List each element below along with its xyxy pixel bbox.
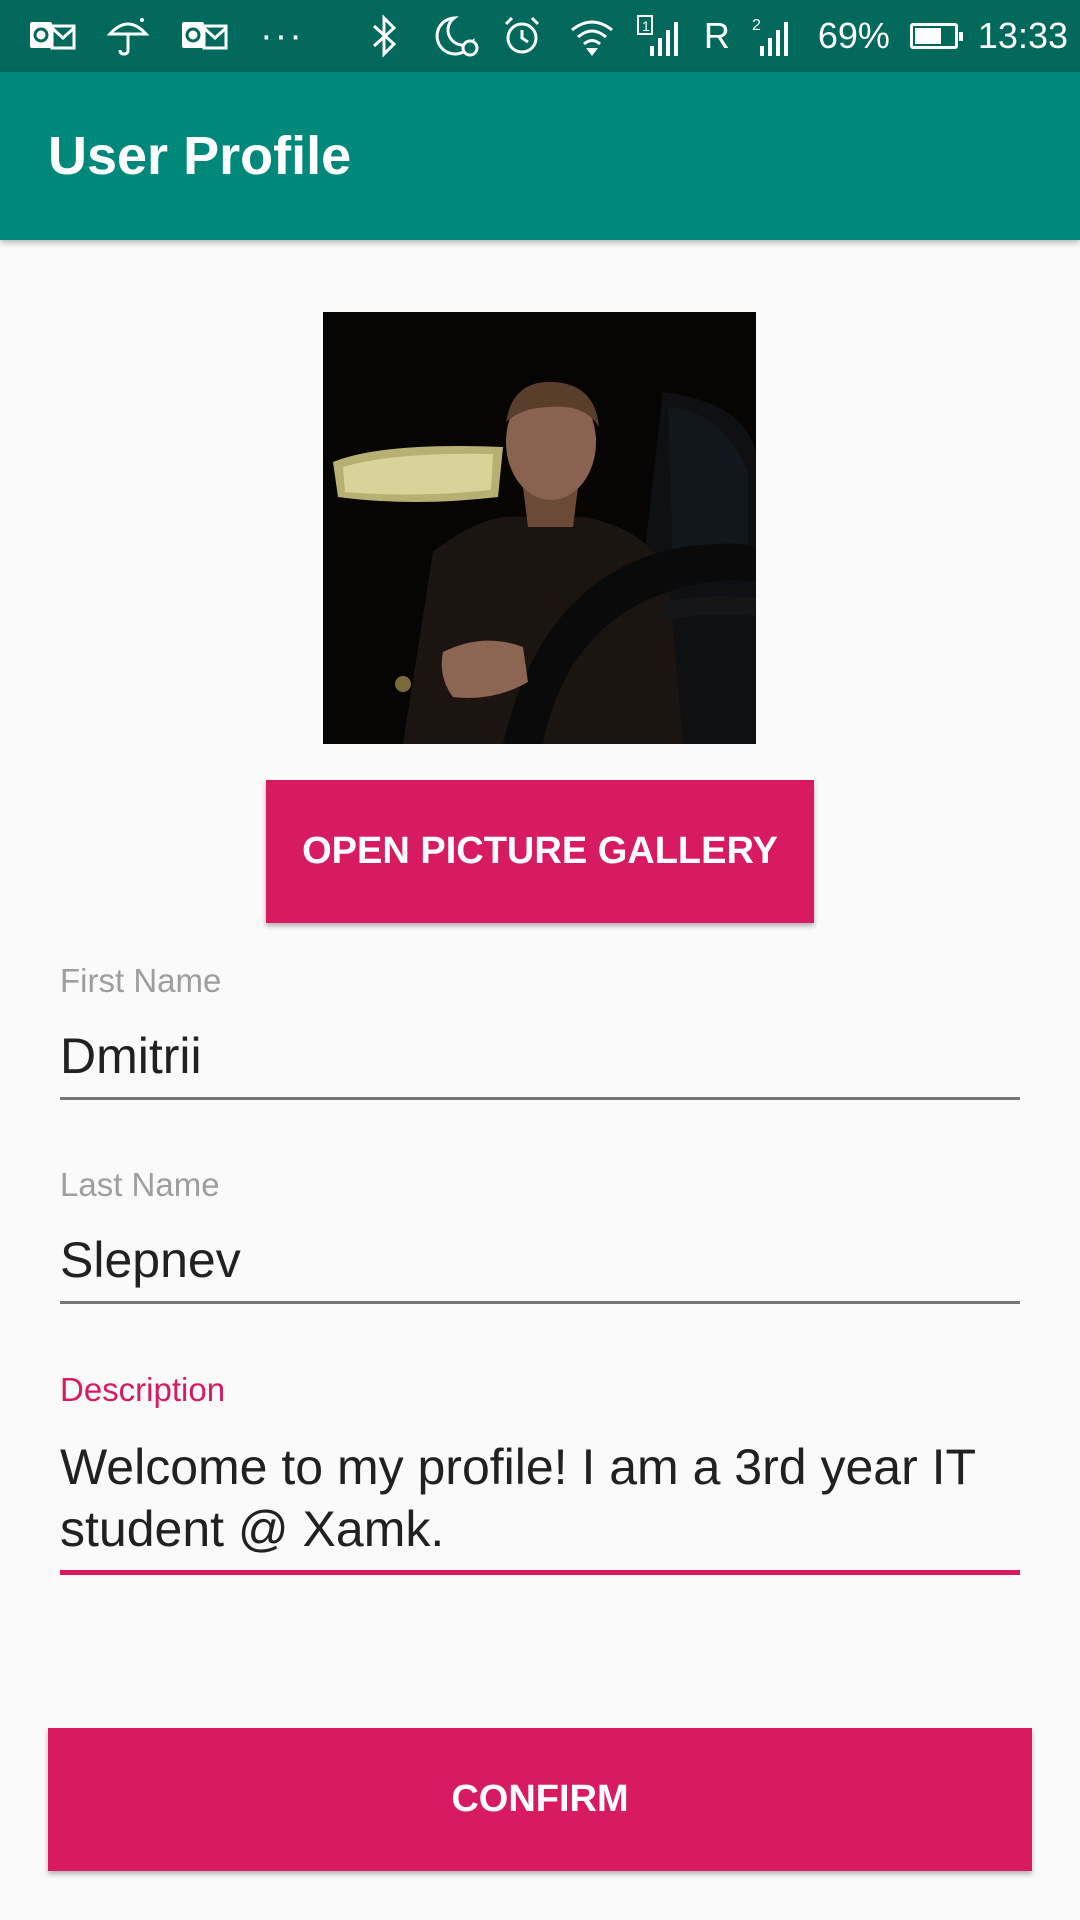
do-not-disturb-alarm-icon (432, 14, 480, 58)
user-photo-image (323, 312, 756, 744)
profile-photo (323, 312, 756, 744)
first-name-input[interactable]: Dmitrii (60, 1025, 1020, 1100)
status-bar-left: ··· (28, 14, 304, 58)
battery-icon (909, 23, 963, 49)
sim2-label: 2 (752, 17, 761, 34)
battery-percent: 69% (817, 15, 890, 56)
signal-sim1-icon: 1 (636, 14, 684, 58)
battery-fill (914, 28, 941, 44)
roaming-indicator: R (703, 15, 730, 56)
umbrella-icon (104, 14, 152, 58)
wifi-icon (568, 14, 616, 58)
overflow-notifications-icon: ··· (260, 15, 304, 57)
outlook-icon (180, 14, 228, 58)
confirm-button[interactable]: CONFIRM (48, 1728, 1032, 1871)
outlook-icon (28, 14, 76, 58)
app-bar: User Profile (0, 72, 1080, 240)
first-name-label: First Name (60, 962, 222, 999)
status-bar-right: 1 R 2 69% 13:33 (364, 14, 1068, 58)
signal-sim2-icon: 2 (750, 14, 798, 58)
first-name-field: First Name Dmitrii (60, 964, 1020, 1100)
user-profile-screen: ··· 1 R 2 69% 13:33 User Profile OPEN PI… (0, 0, 1080, 1920)
status-bar: ··· 1 R 2 69% 13:33 (0, 0, 1080, 72)
svg-text:1: 1 (642, 18, 650, 34)
description-input[interactable]: Welcome to my profile! I am a 3rd year I… (60, 1436, 1020, 1575)
last-name-field: Last Name Slepnev (60, 1168, 1020, 1304)
page-title: User Profile (48, 126, 352, 186)
clock: 13:33 (977, 15, 1068, 56)
description-label: Description (60, 1371, 226, 1408)
alarm-icon (500, 14, 548, 58)
last-name-input[interactable]: Slepnev (60, 1229, 1020, 1304)
description-field: Description Welcome to my profile! I am … (60, 1373, 1020, 1575)
open-picture-gallery-button[interactable]: OPEN PICTURE GALLERY (266, 780, 814, 923)
bluetooth-icon (364, 14, 412, 58)
last-name-label: Last Name (60, 1166, 220, 1203)
